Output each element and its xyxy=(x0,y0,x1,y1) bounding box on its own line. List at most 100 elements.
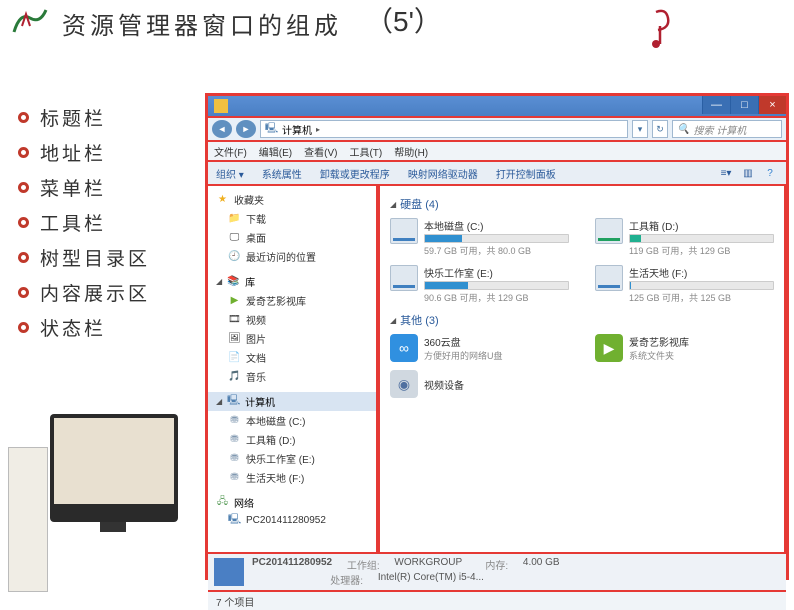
capacity-bar xyxy=(424,234,569,243)
chevron-down-icon: ◢ xyxy=(390,316,396,325)
search-input[interactable]: 🔍 搜索 计算机 xyxy=(672,120,782,138)
maximize-button[interactable]: □ xyxy=(730,96,758,114)
group-other[interactable]: ◢其他 (3) xyxy=(390,312,774,328)
search-icon: 🔍 xyxy=(677,124,689,135)
back-button[interactable]: ◄ xyxy=(212,120,232,138)
tree-label: 库 xyxy=(245,274,255,289)
bullet-icon xyxy=(18,217,29,228)
pc-icon: 🖳 xyxy=(228,514,241,527)
tree-drive-c[interactable]: ⛃本地磁盘 (C:) xyxy=(208,411,376,430)
tree-favorites[interactable]: ★收藏夹 xyxy=(208,190,376,209)
menu-file[interactable]: 文件(F) xyxy=(214,144,247,159)
drive-name: 工具箱 (D:) xyxy=(629,218,774,233)
cpu-value: Intel(R) Core(TM) i5-4... xyxy=(378,572,484,587)
desktop-icon: 🖵 xyxy=(228,231,241,244)
item-360cloud[interactable]: ∞ 360云盘方便好用的网络U盘 xyxy=(390,334,569,362)
tool-bar: 组织 ▾ 系统属性 卸载或更改程序 映射网络驱动器 打开控制面板 ≡▾ ▥ ? xyxy=(208,162,786,186)
drive-e[interactable]: 快乐工作室 (E:) 90.6 GB 可用，共 129 GB xyxy=(390,265,569,304)
drive-capacity: 59.7 GB 可用，共 80.0 GB xyxy=(424,244,569,257)
tree-videos[interactable]: 🎞视频 xyxy=(208,310,376,329)
tree-iqiyi[interactable]: ▶爱奇艺影视库 xyxy=(208,291,376,310)
menu-tools[interactable]: 工具(T) xyxy=(349,144,382,159)
tree-panel[interactable]: ★收藏夹 📁下载 🖵桌面 🕘最近访问的位置 ◢📚库 ▶爱奇艺影视库 🎞视频 🖼图… xyxy=(208,186,378,552)
tree-label: 爱奇艺影视库 xyxy=(246,293,306,308)
tree-recent[interactable]: 🕘最近访问的位置 xyxy=(208,247,376,266)
drive-d[interactable]: 工具箱 (D:) 119 GB 可用，共 129 GB xyxy=(595,218,774,257)
control-panel-button[interactable]: 打开控制面板 xyxy=(496,166,556,181)
drive-name: 快乐工作室 (E:) xyxy=(424,265,569,280)
network-icon: 🖧 xyxy=(216,496,229,509)
bullet-icon xyxy=(18,112,29,123)
tree-network[interactable]: 🖧网络 xyxy=(208,493,376,512)
tree-label: 下载 xyxy=(246,211,266,226)
dropdown-history-button[interactable]: ▾ xyxy=(632,120,648,138)
outline-label: 地址栏 xyxy=(40,139,106,166)
item-video-device[interactable]: ◉ 视频设备 xyxy=(390,370,575,398)
picture-icon: 🖼 xyxy=(228,332,241,345)
tree-desktop[interactable]: 🖵桌面 xyxy=(208,228,376,247)
map-drive-button[interactable]: 映射网络驱动器 xyxy=(408,166,478,181)
tree-libraries[interactable]: ◢📚库 xyxy=(208,272,376,291)
tree-drive-e[interactable]: ⛃快乐工作室 (E:) xyxy=(208,449,376,468)
iqiyi-icon: ▶ xyxy=(595,334,623,362)
tree-drive-d[interactable]: ⛃ 工具箱 (D:) xyxy=(208,430,376,449)
music-note-icon xyxy=(638,4,680,50)
chevron-down-icon: ◢ xyxy=(390,200,396,209)
tree-music[interactable]: 🎵音乐 xyxy=(208,367,376,386)
outline-item: 工具栏 xyxy=(18,209,150,236)
address-bar: ◄ ► 🖳 计算机 ▸ ▾ ↻ 🔍 搜索 计算机 xyxy=(208,118,786,142)
minimize-button[interactable]: — xyxy=(702,96,730,114)
drive-icon xyxy=(390,265,418,291)
menu-edit[interactable]: 编辑(E) xyxy=(259,144,292,159)
tree-computer[interactable]: ◢🖳计算机 xyxy=(208,392,376,411)
capacity-bar xyxy=(629,281,774,290)
recent-icon: 🕘 xyxy=(228,250,241,263)
drive-capacity: 119 GB 可用，共 129 GB xyxy=(629,244,774,257)
menu-view[interactable]: 查看(V) xyxy=(304,144,337,159)
document-icon: 📄 xyxy=(228,351,241,364)
drive-capacity: 90.6 GB 可用，共 129 GB xyxy=(424,291,569,304)
bullet-icon xyxy=(18,147,29,158)
chevron-right-icon[interactable]: ▸ xyxy=(316,125,320,134)
drive-capacity: 125 GB 可用，共 125 GB xyxy=(629,291,774,304)
item-iqiyi[interactable]: ▶ 爱奇艺影视库系统文件夹 xyxy=(595,334,774,362)
outline-label: 工具栏 xyxy=(40,209,106,236)
body-area: ★收藏夹 📁下载 🖵桌面 🕘最近访问的位置 ◢📚库 ▶爱奇艺影视库 🎞视频 🖼图… xyxy=(208,186,786,552)
tree-label: 计算机 xyxy=(245,394,275,409)
tree-pc[interactable]: 🖳PC201411280952 xyxy=(208,512,376,529)
content-panel[interactable]: ◢ 硬盘 (4) 本地磁盘 (C:) 59.7 GB 可用，共 80.0 GB 工… xyxy=(378,186,786,552)
bullet-icon xyxy=(18,322,29,333)
close-button[interactable]: × xyxy=(758,96,786,114)
group-drives[interactable]: ◢ 硬盘 (4) xyxy=(390,196,774,212)
organize-button[interactable]: 组织 ▾ xyxy=(216,166,244,181)
outline-item: 树型目录区 xyxy=(18,244,150,271)
drive-c[interactable]: 本地磁盘 (C:) 59.7 GB 可用，共 80.0 GB xyxy=(390,218,569,257)
refresh-button[interactable]: ↻ xyxy=(652,120,668,138)
preview-pane-button[interactable]: ▥ xyxy=(740,166,756,180)
drive-name: 生活天地 (F:) xyxy=(629,265,774,280)
view-mode-button[interactable]: ≡▾ xyxy=(718,166,734,180)
tree-label: 视频 xyxy=(246,312,266,327)
drive-icon: ⛃ xyxy=(228,433,241,446)
tree-label: 工具箱 (D:) xyxy=(246,432,295,447)
app-icon xyxy=(214,99,228,113)
menu-help[interactable]: 帮助(H) xyxy=(394,144,428,159)
breadcrumb[interactable]: 计算机 xyxy=(282,122,312,137)
title-bar[interactable]: — □ × xyxy=(208,96,786,118)
bullet-icon xyxy=(18,252,29,263)
library-icon: 📚 xyxy=(227,275,240,288)
group-label: 硬盘 (4) xyxy=(400,196,439,212)
help-button[interactable]: ? xyxy=(762,166,778,180)
uninstall-button[interactable]: 卸载或更改程序 xyxy=(320,166,390,181)
address-field[interactable]: 🖳 计算机 ▸ xyxy=(260,120,628,138)
tree-documents[interactable]: 📄文档 xyxy=(208,348,376,367)
drive-f[interactable]: 生活天地 (F:) 125 GB 可用，共 125 GB xyxy=(595,265,774,304)
forward-button[interactable]: ► xyxy=(236,120,256,138)
system-properties-button[interactable]: 系统属性 xyxy=(262,166,302,181)
item-name: 爱奇艺影视库 xyxy=(629,334,689,349)
tree-downloads[interactable]: 📁下载 xyxy=(208,209,376,228)
tree-drive-f[interactable]: ⛃生活天地 (F:) xyxy=(208,468,376,487)
tree-pictures[interactable]: 🖼图片 xyxy=(208,329,376,348)
explorer-window: — □ × ◄ ► 🖳 计算机 ▸ ▾ ↻ 🔍 搜索 计算机 文件(F) 编辑(… xyxy=(205,93,789,580)
slide-title: 资源管理器窗口的组成 xyxy=(62,6,342,41)
